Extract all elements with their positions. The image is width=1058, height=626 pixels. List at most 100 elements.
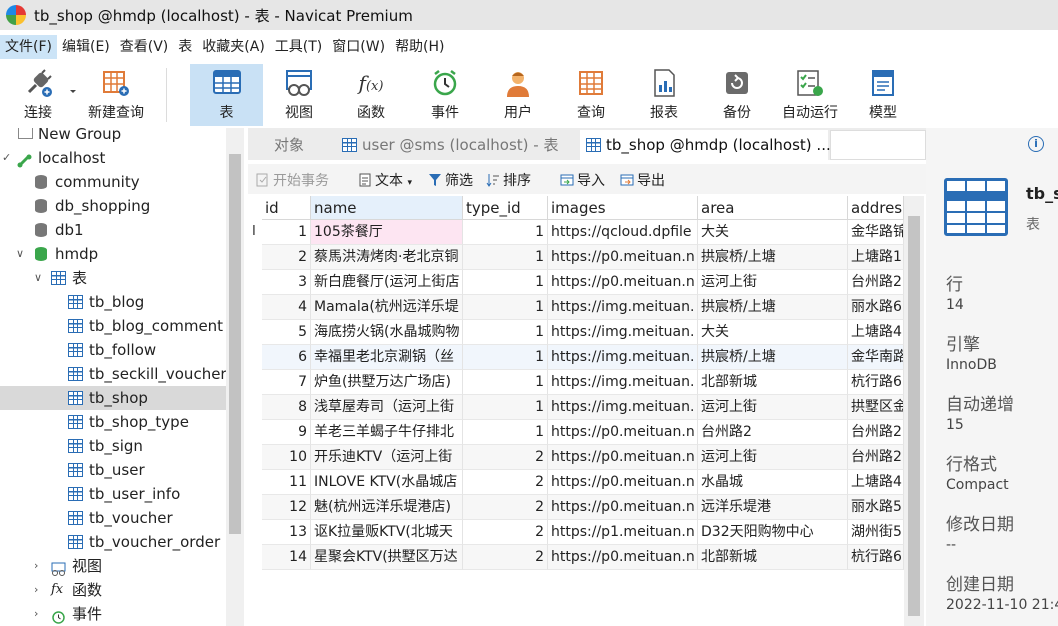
menu-file[interactable]: 文件(F)	[0, 35, 57, 59]
cell-name[interactable]: 魅(杭州远洋乐堤港店)	[311, 495, 463, 520]
cell-name[interactable]: 星聚会KTV(拱墅区万达	[311, 545, 463, 570]
tree-item-db-db1[interactable]: db1	[0, 218, 226, 242]
tree-item-table[interactable]: tb_seckill_voucher	[0, 362, 227, 386]
cell-area[interactable]: 大关	[698, 220, 848, 245]
menu-edit[interactable]: 编辑(E)	[57, 35, 115, 59]
cell-address[interactable]: 杭行路6	[848, 370, 904, 395]
backup-button[interactable]: 备份	[704, 64, 770, 126]
cell-address[interactable]: 台州路2	[848, 420, 904, 445]
scrollbar-thumb[interactable]	[908, 216, 920, 616]
menu-favorites[interactable]: 收藏夹(A)	[197, 35, 270, 59]
chevron-down-icon[interactable]: ∨	[16, 242, 26, 266]
tree-item-tables-folder[interactable]: ∨ 表	[0, 266, 226, 290]
tree-item-views-folder[interactable]: › 视图	[0, 554, 226, 578]
menu-view[interactable]: 查看(V)	[115, 35, 174, 59]
cell-address[interactable]: 丽水路5	[848, 495, 904, 520]
cell-id[interactable]: 7	[262, 370, 311, 395]
cell-type-id[interactable]: 1	[463, 245, 548, 270]
text-button[interactable]: 文本 ▾	[358, 170, 412, 190]
event-button[interactable]: 事件	[412, 64, 478, 126]
cell-images[interactable]: https://p0.meituan.n	[548, 495, 698, 520]
table-button[interactable]: 表	[190, 64, 263, 126]
cell-name[interactable]: 浅草屋寿司（运河上街	[311, 395, 463, 420]
cell-address[interactable]: 台州路2	[848, 445, 904, 470]
tree-item-table[interactable]: tb_blog	[0, 290, 226, 314]
menu-help[interactable]: 帮助(H)	[390, 35, 449, 59]
cell-type-id[interactable]: 1	[463, 395, 548, 420]
import-button[interactable]: 导入	[560, 170, 605, 190]
chevron-down-icon[interactable]: ∨	[34, 266, 44, 290]
cell-name[interactable]: 讴K拉量贩KTV(北城天	[311, 520, 463, 545]
cell-images[interactable]: https://p1.meituan.n	[548, 520, 698, 545]
chevron-down-icon[interactable]: ✓	[2, 146, 12, 170]
tree-item-table[interactable]: tb_user_info	[0, 482, 226, 506]
navigator-scrollbar[interactable]	[226, 128, 244, 626]
cell-name[interactable]: 蔡馬洪涛烤肉·老北京铜	[311, 245, 463, 270]
column-header-type-id[interactable]: type_id	[463, 196, 548, 220]
column-header-id[interactable]: id	[262, 196, 311, 220]
cell-type-id[interactable]: 2	[463, 445, 548, 470]
connect-button[interactable]: 连接	[14, 64, 62, 126]
new-query-button[interactable]: 新建查询	[84, 64, 148, 126]
cell-area[interactable]: 大关	[698, 320, 848, 345]
view-button[interactable]: 视图	[266, 64, 332, 126]
cell-area[interactable]: 北部新城	[698, 545, 848, 570]
model-button[interactable]: 模型	[852, 64, 914, 126]
cell-address[interactable]: 杭行路6	[848, 545, 904, 570]
chevron-right-icon[interactable]: ›	[34, 578, 44, 602]
cell-id[interactable]: 9	[262, 420, 311, 445]
tree-item-table[interactable]: tb_sign	[0, 434, 226, 458]
function-button[interactable]: f(x) 函数	[338, 64, 404, 126]
cell-type-id[interactable]: 2	[463, 545, 548, 570]
cell-area[interactable]: 拱宸桥/上塘	[698, 345, 848, 370]
column-header-address[interactable]: addres	[848, 196, 904, 220]
cell-address[interactable]: 金华南路	[848, 345, 904, 370]
cell-images[interactable]: https://p0.meituan.n	[548, 470, 698, 495]
menu-tools[interactable]: 工具(T)	[270, 35, 327, 59]
cell-type-id[interactable]: 2	[463, 470, 548, 495]
cell-name[interactable]: 新白鹿餐厅(运河上街店	[311, 270, 463, 295]
cell-type-id[interactable]: 1	[463, 295, 548, 320]
menu-table[interactable]: 表	[173, 35, 197, 59]
cell-type-id[interactable]: 2	[463, 520, 548, 545]
cell-type-id[interactable]: 1	[463, 345, 548, 370]
tab-user-sms[interactable]: user @sms (localhost) - 表	[336, 130, 576, 160]
grid-scrollbar[interactable]	[904, 196, 924, 626]
cell-id[interactable]: 10	[262, 445, 311, 470]
cell-area[interactable]: 远洋乐堤港	[698, 495, 848, 520]
cell-id[interactable]: 8	[262, 395, 311, 420]
tree-item-new-group[interactable]: New Group	[0, 128, 226, 146]
cell-name[interactable]: 羊老三羊蝎子牛仔排北	[311, 420, 463, 445]
cell-address[interactable]: 上塘路4	[848, 470, 904, 495]
column-header-images[interactable]: images	[548, 196, 698, 220]
tree-item-db-hmdp[interactable]: ∨ hmdp	[0, 242, 226, 266]
cell-id[interactable]: 6	[262, 345, 311, 370]
cell-name[interactable]: 炉鱼(拱墅万达广场店)	[311, 370, 463, 395]
cell-name[interactable]: 海底捞火锅(水晶城购物	[311, 320, 463, 345]
cell-id[interactable]: 3	[262, 270, 311, 295]
tree-item-db-community[interactable]: community	[0, 170, 226, 194]
cell-id[interactable]: 11	[262, 470, 311, 495]
tree-item-events-folder[interactable]: › 事件	[0, 602, 226, 626]
cell-id[interactable]: 13	[262, 520, 311, 545]
cell-images[interactable]: https://img.meituan.	[548, 295, 698, 320]
cell-area[interactable]: 水晶城	[698, 470, 848, 495]
data-grid[interactable]: id name type_id images area addres 1 105茶…	[248, 196, 904, 626]
cell-name[interactable]: 105茶餐厅	[311, 220, 463, 245]
cell-images[interactable]: https://p0.meituan.n	[548, 445, 698, 470]
tab-tb-shop[interactable]: tb_shop @hmdp (localhost) ...	[580, 130, 831, 160]
tab-empty[interactable]	[830, 130, 926, 160]
cell-images[interactable]: https://img.meituan.	[548, 370, 698, 395]
report-button[interactable]: 报表	[631, 64, 697, 126]
tree-item-table[interactable]: tb_blog_comment	[0, 314, 226, 338]
chevron-right-icon[interactable]: ›	[34, 554, 44, 578]
cell-id[interactable]: 14	[262, 545, 311, 570]
cell-type-id[interactable]: 1	[463, 370, 548, 395]
cell-images[interactable]: https://img.meituan.	[548, 345, 698, 370]
cell-address[interactable]: 金华路锦	[848, 220, 904, 245]
cell-name[interactable]: INLOVE KTV(水晶城店	[311, 470, 463, 495]
cell-address[interactable]: 丽水路6	[848, 295, 904, 320]
cell-type-id[interactable]: 1	[463, 270, 548, 295]
cell-area[interactable]: 台州路2	[698, 420, 848, 445]
cell-id[interactable]: 2	[262, 245, 311, 270]
